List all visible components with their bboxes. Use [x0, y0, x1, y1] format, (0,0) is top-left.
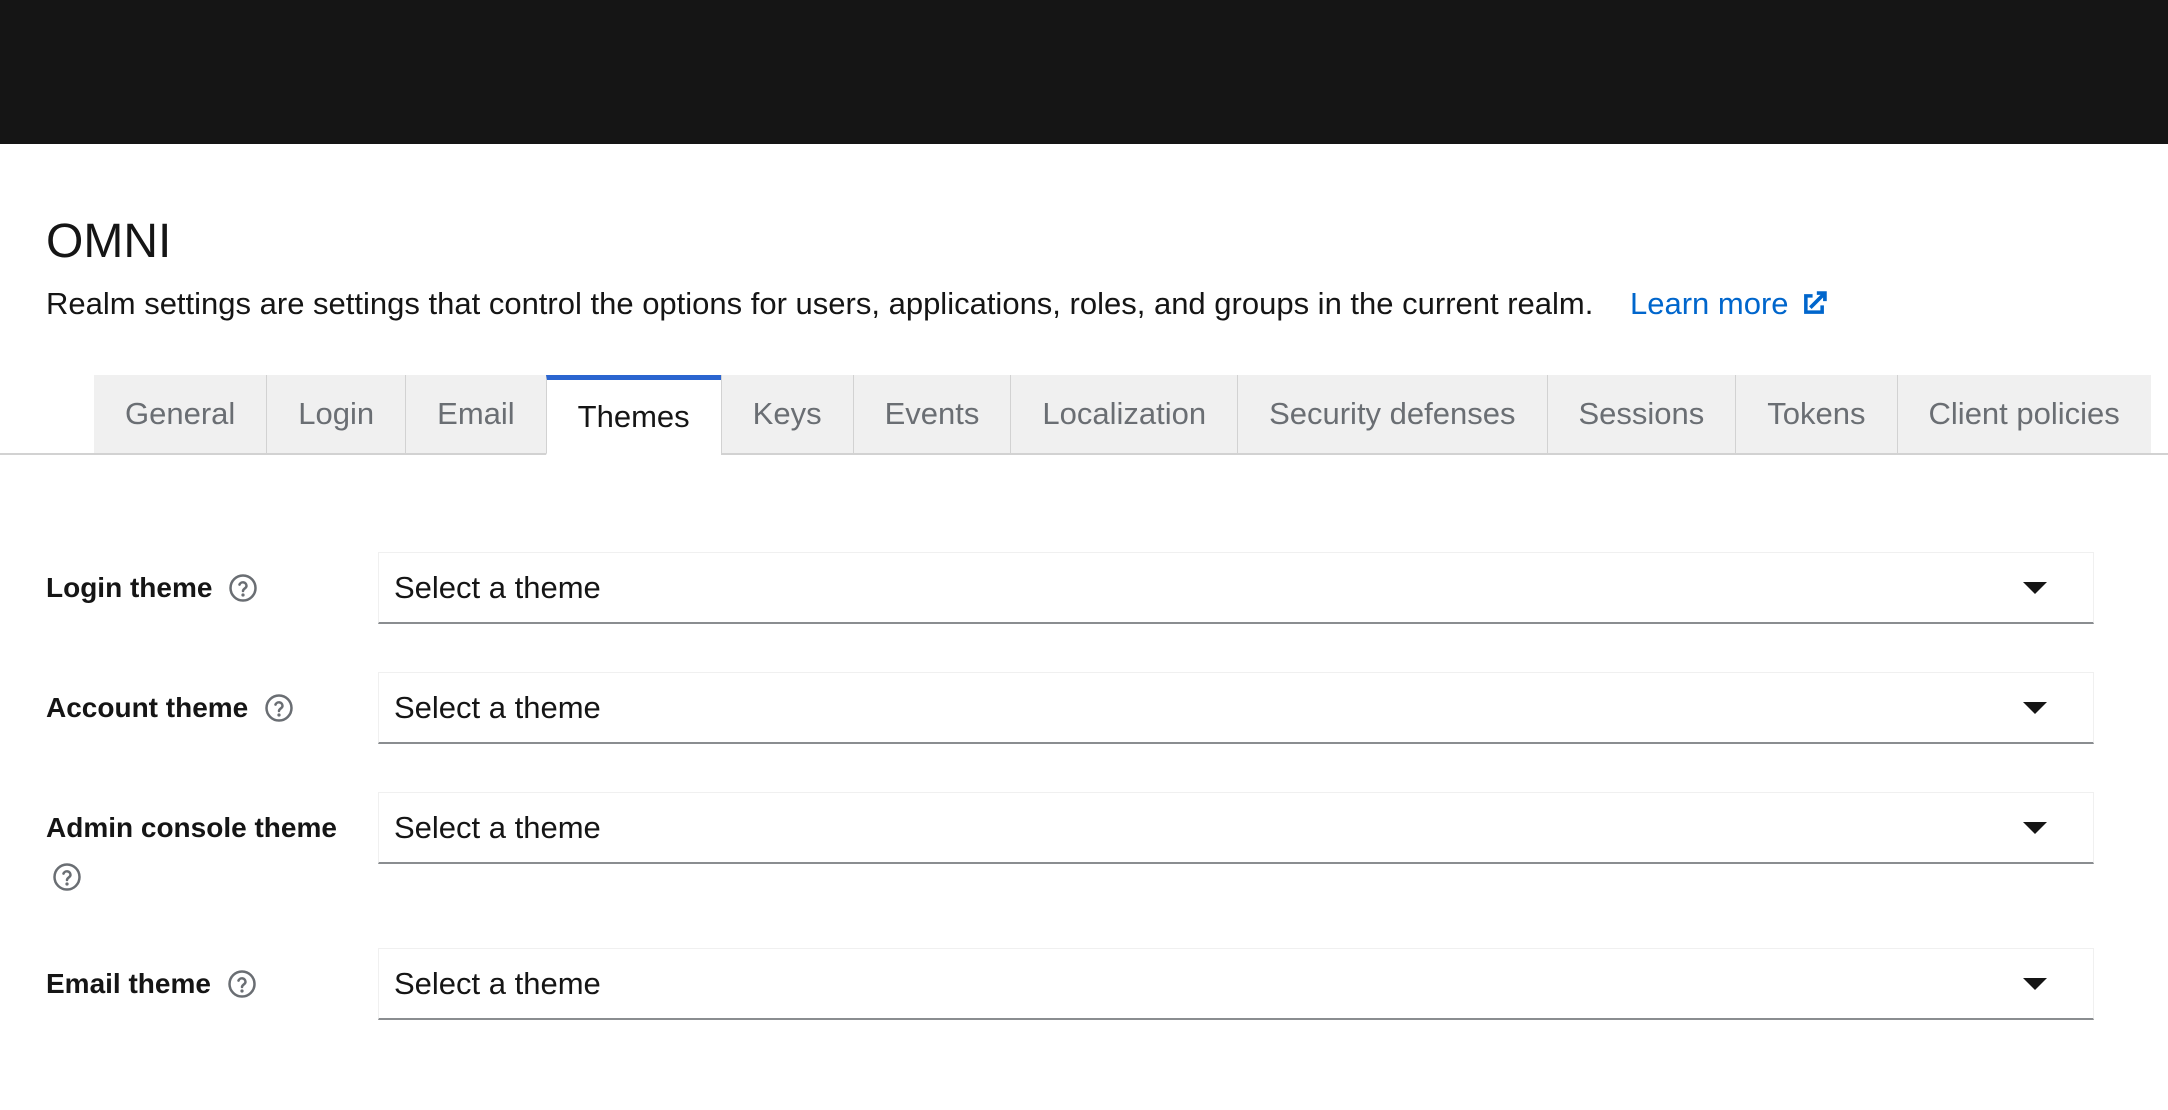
account-theme-select[interactable]: Select a theme — [378, 672, 2094, 744]
tab-keys[interactable]: Keys — [720, 375, 853, 455]
login-theme-label: Login theme — [46, 567, 258, 609]
help-icon[interactable] — [227, 969, 257, 999]
help-icon[interactable] — [52, 862, 82, 892]
tab-email[interactable]: Email — [405, 375, 546, 455]
tab-client-policies[interactable]: Client policies — [1896, 375, 2151, 455]
admin-console-theme-label: Admin console theme — [46, 812, 337, 843]
tab-themes[interactable]: Themes — [545, 375, 721, 455]
login-theme-value: Select a theme — [394, 569, 601, 605]
account-theme-label: Account theme — [46, 687, 294, 729]
learn-more-link[interactable]: Learn more — [1630, 282, 1831, 326]
page-title: OMNI — [46, 215, 172, 268]
learn-more-label: Learn more — [1629, 286, 1789, 321]
help-icon[interactable] — [228, 573, 258, 603]
admin-console-theme-value: Select a theme — [394, 809, 601, 845]
help-icon[interactable] — [264, 693, 294, 723]
tab-localization[interactable]: Localization — [1010, 375, 1238, 455]
tab-events[interactable]: Events — [852, 375, 1011, 455]
login-theme-select[interactable]: Select a theme — [378, 552, 2094, 624]
tab-tokens[interactable]: Tokens — [1735, 375, 1897, 455]
description-text: Realm settings are settings that control… — [46, 286, 1594, 321]
tab-sessions[interactable]: Sessions — [1546, 375, 1736, 455]
caret-down-icon — [2023, 821, 2047, 834]
masthead — [0, 0, 2168, 144]
caret-down-icon — [2023, 701, 2047, 714]
email-theme-select[interactable]: Select a theme — [378, 948, 2094, 1020]
tab-general[interactable]: General — [94, 375, 267, 455]
tab-login[interactable]: Login — [266, 375, 406, 455]
tab-security-defenses[interactable]: Security defenses — [1237, 375, 1547, 455]
caret-down-icon — [2023, 977, 2047, 990]
realm-settings-tabs: General Login Email Themes Keys Events L… — [94, 375, 2151, 455]
page-description: Realm settings are settings that control… — [46, 282, 1831, 326]
admin-console-theme-select[interactable]: Select a theme — [378, 792, 2094, 864]
email-theme-value: Select a theme — [394, 965, 601, 1001]
caret-down-icon — [2023, 581, 2047, 594]
external-link-icon — [1803, 291, 1827, 314]
email-theme-label: Email theme — [46, 963, 257, 1005]
account-theme-value: Select a theme — [394, 689, 601, 725]
